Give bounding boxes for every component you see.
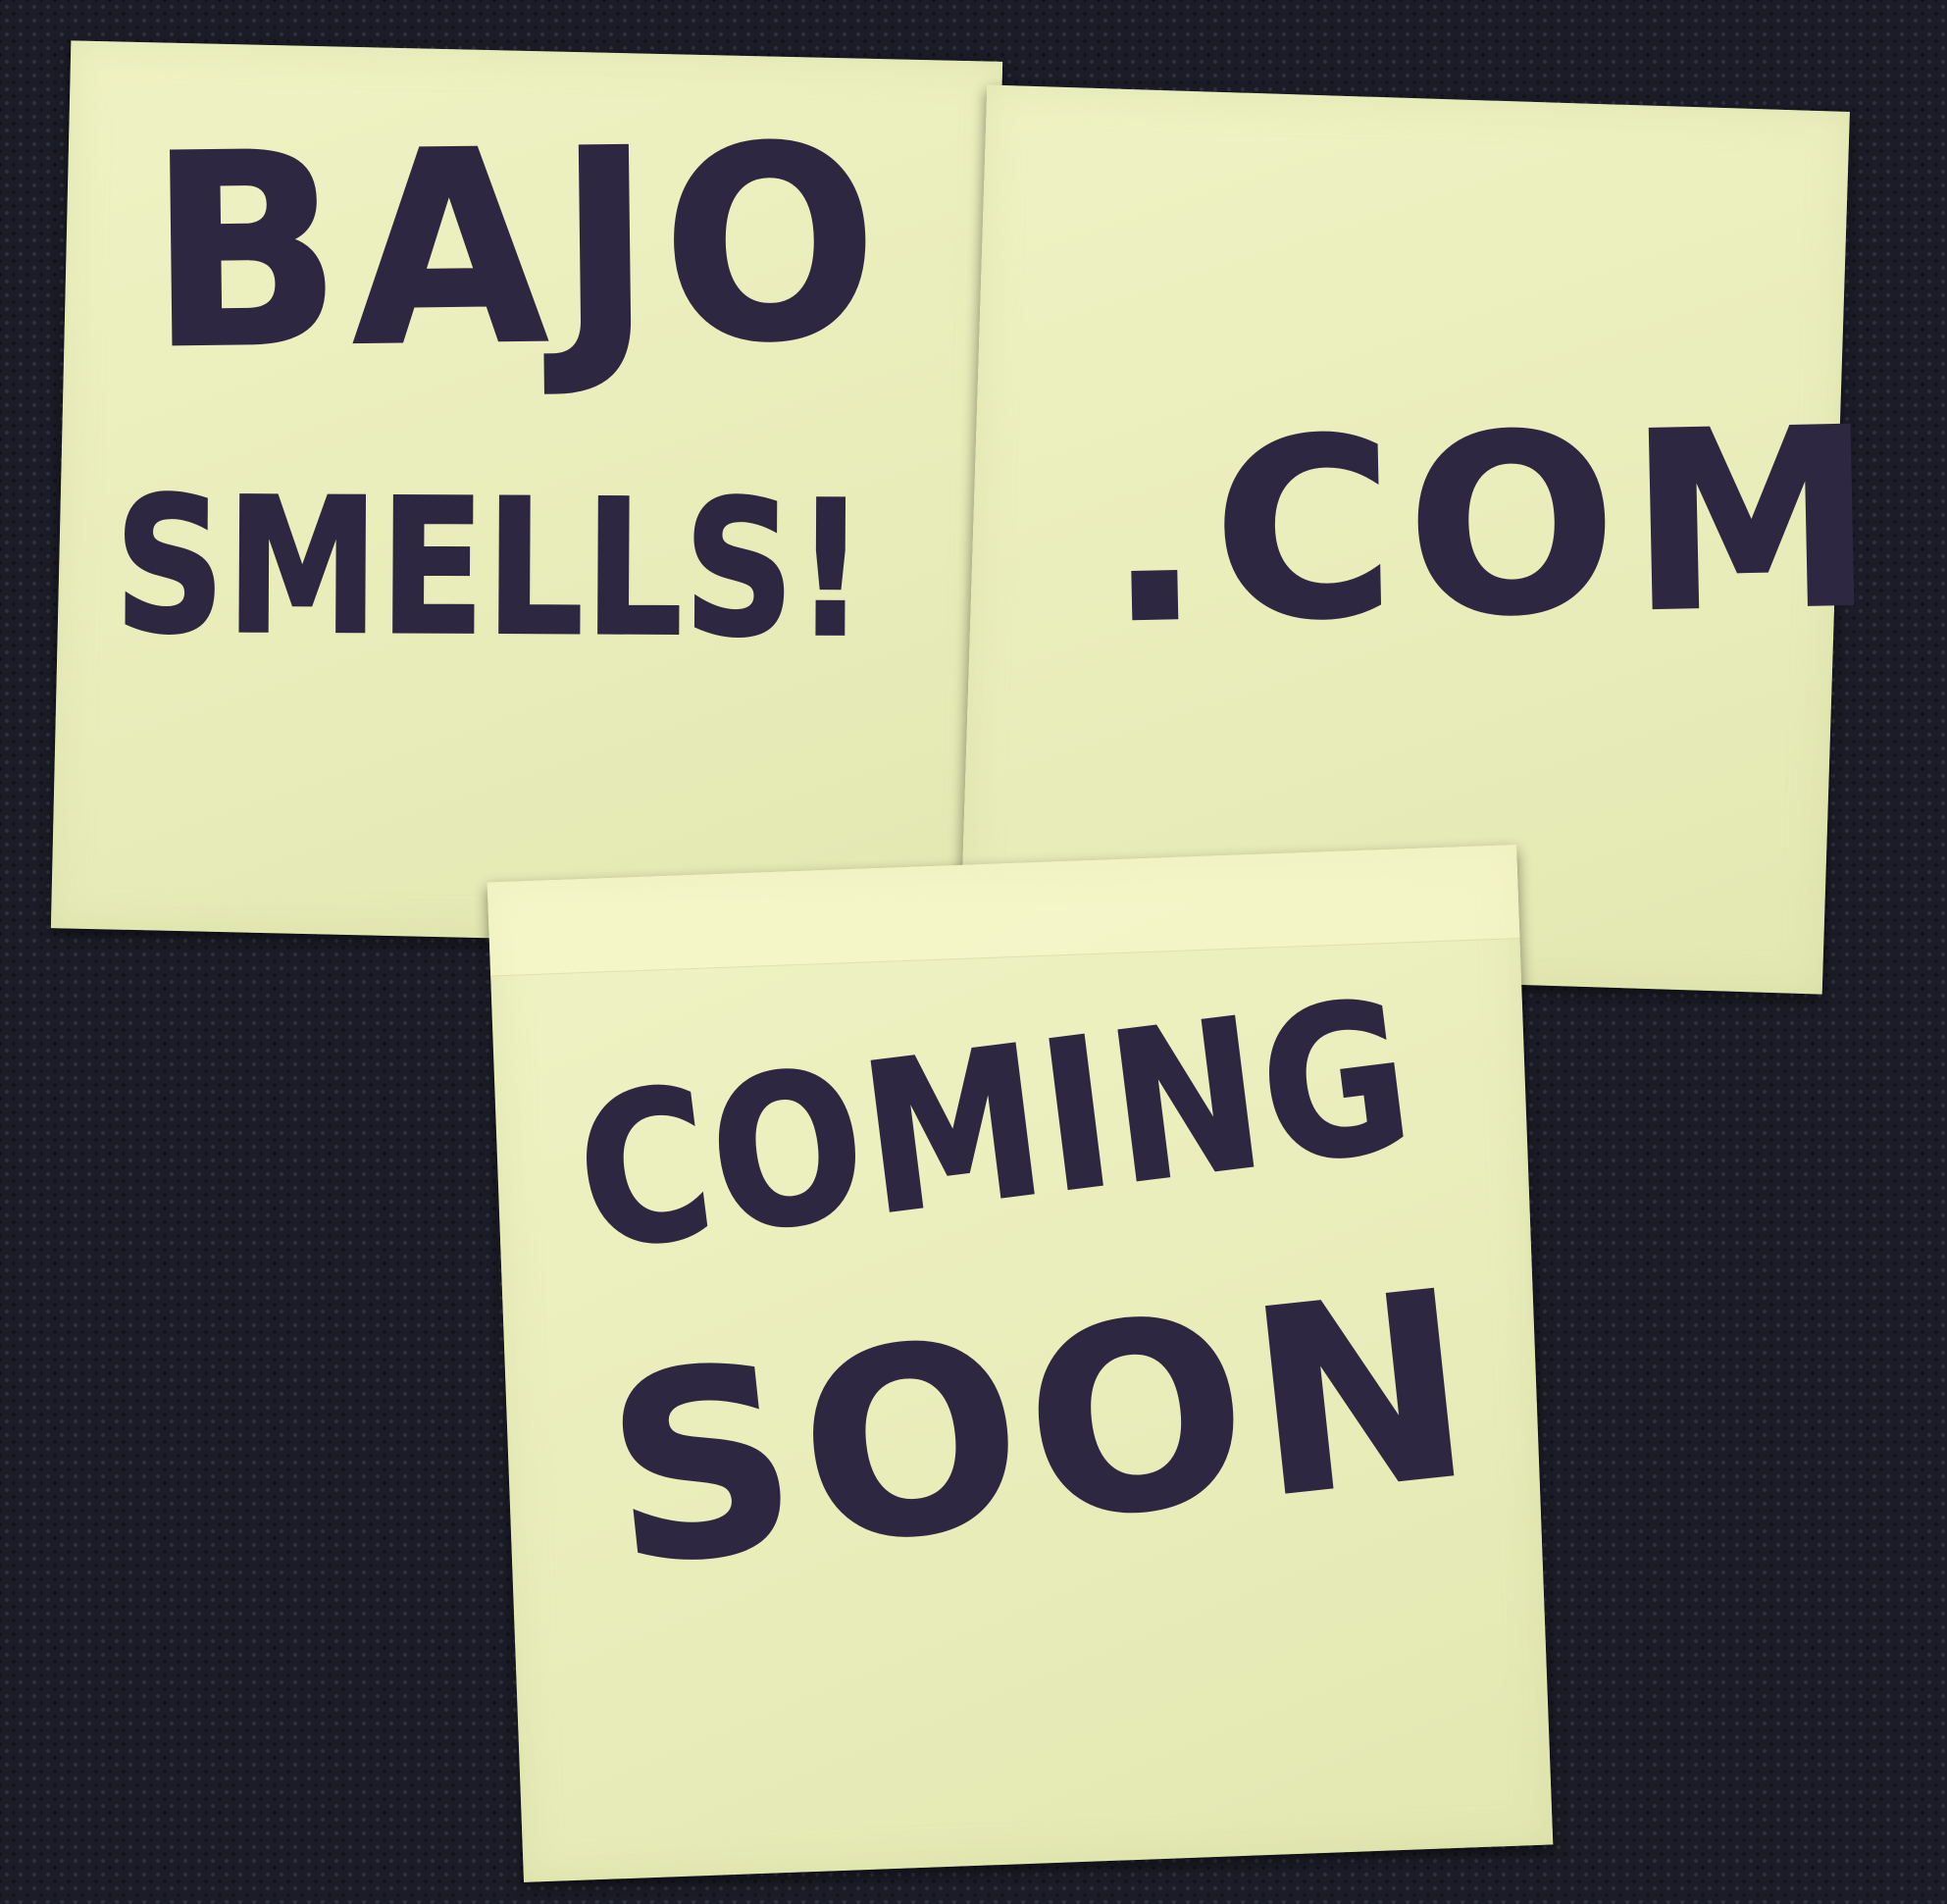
sticky-note-coming-soon: COMING SOON [487, 845, 1554, 1882]
note-text-line: BAJO [146, 87, 892, 408]
note-text-line: SOON [593, 1235, 1493, 1625]
photo-scene: BAJO SMELLS! .COM COMING SOON [0, 0, 1947, 1904]
note-text-line: SMELLS! [113, 456, 869, 680]
sticky-note-bajo-smells: BAJO SMELLS! [50, 40, 1003, 950]
note-text-line: .COM [1102, 374, 1892, 679]
note-text-line: COMING [564, 953, 1427, 1298]
